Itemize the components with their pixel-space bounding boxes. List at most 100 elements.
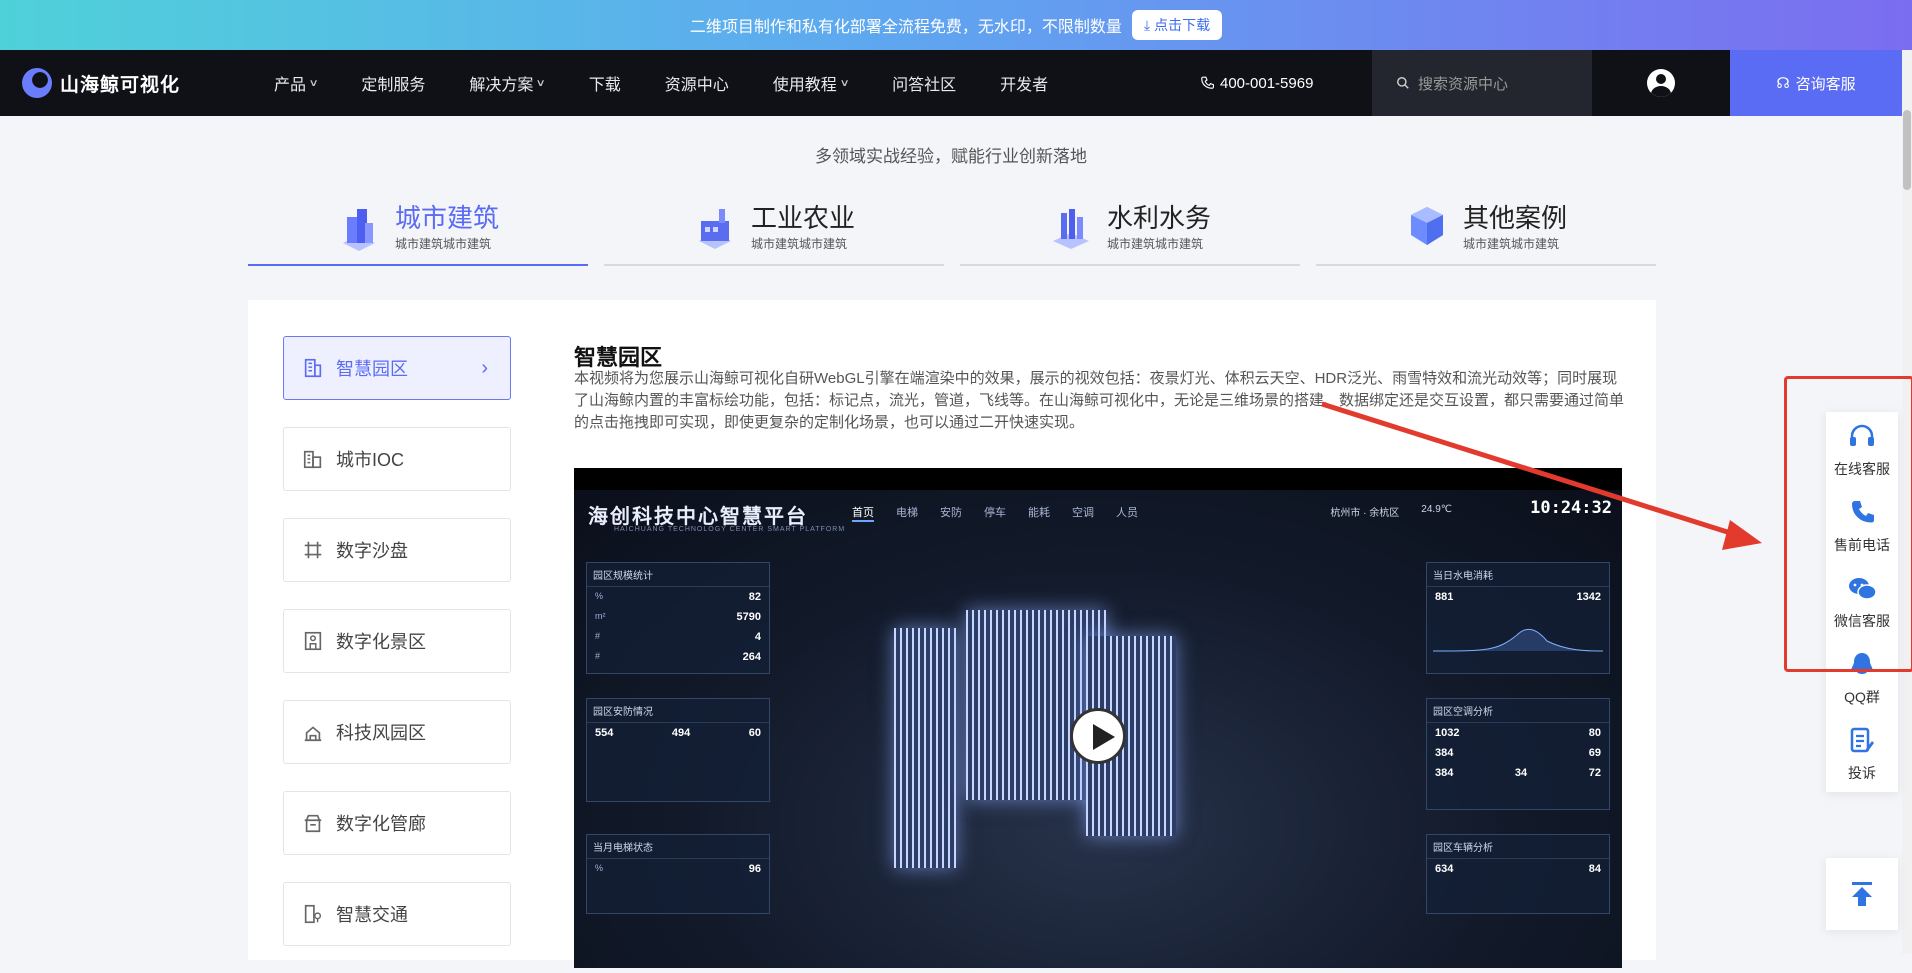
factory-icon — [698, 209, 731, 249]
hud-value: 494 — [671, 727, 691, 739]
hud-value: 34 — [1514, 767, 1528, 779]
hud-row: 881 1342 — [1427, 587, 1609, 607]
tab-text: 其他案例 城市建筑城市建筑 — [1463, 203, 1567, 252]
headset-icon: ☊ — [1776, 75, 1790, 92]
sidebar-item-digital-sandbox[interactable]: 数字沙盘 — [283, 518, 511, 582]
consult-label: 咨询客服 — [1795, 75, 1856, 93]
hud-value: 264 — [742, 651, 761, 663]
tab-title: 水利水务 — [1106, 202, 1211, 233]
sidebar-item-digital-pipe[interactable]: 数字化管廊 — [283, 791, 511, 855]
nav-item-label: 定制服务 — [361, 77, 426, 94]
video-player[interactable]: 海创科技中心智慧平台 HAICHUANG TECHNOLOGY CENTER S… — [574, 468, 1622, 968]
nav-item-download[interactable]: 下载 — [567, 71, 643, 95]
tab-subtitle: 城市建筑城市建筑 — [1106, 236, 1203, 251]
hud-value: 72 — [1588, 767, 1601, 779]
sidebar-item-smart-park[interactable]: 智慧园区 › — [283, 336, 511, 400]
grid-icon — [304, 541, 322, 559]
platform-tab: 停车 — [984, 507, 1006, 519]
nav-item-custom-service[interactable]: 定制服务 — [339, 71, 447, 95]
hud-value: 1342 — [1576, 591, 1601, 603]
tab-title: 工业农业 — [750, 202, 855, 233]
hud-value: 82 — [748, 591, 761, 603]
nav-menu: 产品 ∨ 定制服务 解决方案 ∨ 下载 资源中心 使用教程 ∨ 问答社区 开发者 — [252, 71, 1070, 95]
platform-time: 10:24:32 — [1530, 498, 1612, 518]
chevron-down-icon: ∨ — [308, 77, 319, 89]
annotation-highlight-box — [1784, 376, 1912, 672]
platform-tab: 能耗 — [1028, 507, 1050, 519]
hud-row: 634 84 — [1427, 859, 1609, 879]
promo-banner: 二维项目制作和私有化部署全流程免费，无水印，不限制数量 ⤓ 点击下载 — [0, 0, 1912, 50]
sidebar-item-city-ioc[interactable]: 城市IOC — [283, 427, 511, 491]
promo-download-button[interactable]: ⤓ 点击下载 — [1131, 10, 1223, 40]
nav-phone[interactable]: 400-001-5969 — [1200, 75, 1350, 92]
sidebar-item-smart-traffic[interactable]: 智慧交通 — [283, 882, 511, 946]
nav-item-tutorials[interactable]: 使用教程 ∨ — [751, 71, 870, 95]
main-nav: 山海鲸可视化 产品 ∨ 定制服务 解决方案 ∨ 下载 资源中心 使用教程 ∨ 问答社区… — [0, 50, 1902, 116]
complaint-icon — [1850, 727, 1874, 753]
tab-other-cases[interactable]: 其他案例 城市建筑城市建筑 — [1316, 190, 1656, 266]
nav-item-developer[interactable]: 开发者 — [978, 71, 1070, 95]
hud-value: 554 — [595, 727, 614, 739]
hud-row: m² 5790 — [595, 611, 761, 623]
hud-aircon: 园区空调分析 1032 80 384 69 384 34 72 — [1426, 698, 1610, 810]
hud-value: 881 — [1435, 591, 1454, 603]
tab-water[interactable]: 水利水务 城市建筑城市建筑 — [960, 190, 1300, 266]
building-tower — [966, 610, 1106, 800]
phone-number: 400-001-5969 — [1220, 74, 1314, 92]
complaint-button[interactable]: 投诉 — [1826, 716, 1898, 792]
city-icon — [303, 450, 322, 469]
platform-tab: 首页 — [852, 504, 874, 522]
location-text: 杭州市 · 余杭区 — [1330, 508, 1400, 519]
hud-row: % 82 — [595, 591, 761, 603]
sidebar-item-label: 数字沙盘 — [336, 541, 408, 561]
sidebar-item-label: 科技风园区 — [336, 723, 426, 743]
hud-value: 80 — [1588, 727, 1601, 739]
nav-item-community[interactable]: 问答社区 — [870, 71, 978, 95]
cubes-icon — [1410, 207, 1443, 245]
search-input[interactable]: 搜索资源中心 — [1372, 50, 1592, 116]
chevron-right-icon: › — [481, 356, 488, 379]
logo-text: 山海鲸可视化 — [60, 74, 181, 96]
nav-item-label: 使用教程 — [772, 77, 837, 94]
content-description: 本视频将为您展示山海鲸可视化自研WebGL引擎在端渲染中的效果，展示的视效包括：… — [574, 370, 1625, 431]
download-icon: ⤓ — [1143, 16, 1151, 33]
chevron-down-icon: ∨ — [535, 77, 547, 89]
consult-button[interactable]: ☊ 咨询客服 — [1730, 50, 1902, 116]
platform-info: 杭州市 · 余杭区 24.9℃ — [1330, 504, 1452, 519]
hud-elevator: 当月电梯状态 % 96 — [586, 834, 770, 914]
office-building-icon — [304, 358, 322, 378]
case-sidebar: 智慧园区 › 城市IOC 数字沙盘 数字化景区 科技风园区 数字化管廊 智慧交通 — [283, 336, 511, 973]
float-item-label: 投诉 — [1848, 765, 1876, 781]
hud-park-stats: 园区规模统计 % 82 m² 5790 #4 #264 — [586, 562, 770, 674]
tab-city-building[interactable]: 城市建筑 城市建筑城市建筑 — [248, 190, 588, 266]
logo[interactable]: 山海鲸可视化 — [22, 68, 252, 98]
sidebar-item-label: 智慧交通 — [336, 905, 408, 925]
nav-item-resources[interactable]: 资源中心 — [643, 71, 751, 95]
nav-item-solutions[interactable]: 解决方案 ∨ — [447, 71, 566, 95]
scrollbar-thumb[interactable] — [1903, 110, 1911, 190]
platform-tab: 安防 — [940, 507, 962, 519]
platform-subtitle: HAICHUANG TECHNOLOGY CENTER SMART PLATFO… — [614, 526, 846, 533]
hud-row: % 96 — [595, 863, 761, 875]
platform-tab: 人员 — [1116, 507, 1138, 519]
sidebar-item-digital-scenic[interactable]: 数字化景区 — [283, 609, 511, 673]
hud-value: 4 — [754, 631, 761, 643]
sidebar-item-tech-park[interactable]: 科技风园区 — [283, 700, 511, 764]
hud-title: 园区空调分析 — [1427, 699, 1609, 723]
temperature-text: 24.9℃ — [1421, 504, 1452, 515]
promo-text: 二维项目制作和私有化部署全流程免费，无水印，不限制数量 — [689, 19, 1122, 36]
tab-subtitle: 城市建筑城市建筑 — [394, 236, 491, 251]
power-chart — [1432, 628, 1604, 652]
user-menu[interactable] — [1592, 69, 1730, 97]
back-to-top-button[interactable] — [1826, 858, 1898, 930]
tech-park-icon — [304, 726, 322, 742]
hud-power: 当日水电消耗 881 1342 — [1426, 562, 1610, 674]
category-tabs: 城市建筑 城市建筑城市建筑 工业农业 城市建筑城市建筑 水利水务 城市建筑城市建… — [248, 190, 1656, 266]
tab-text: 工业农业 城市建筑城市建筑 — [751, 203, 855, 252]
tab-industry-agriculture[interactable]: 工业农业 城市建筑城市建筑 — [604, 190, 944, 266]
play-button[interactable] — [1070, 708, 1126, 764]
hud-value: 84 — [1588, 863, 1601, 875]
nav-item-product[interactable]: 产品 ∨ — [252, 71, 339, 95]
nav-item-label: 资源中心 — [664, 77, 729, 94]
hud-value: 384 — [1435, 747, 1454, 759]
